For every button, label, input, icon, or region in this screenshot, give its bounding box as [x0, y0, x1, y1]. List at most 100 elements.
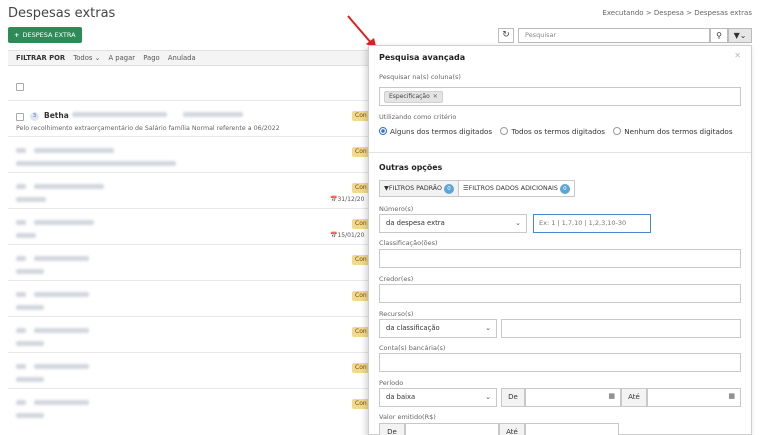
periodo-select[interactable]: da baixa ⌄	[379, 388, 497, 407]
redacted-text	[16, 184, 26, 189]
redacted-text	[16, 377, 44, 382]
redacted-text	[16, 305, 44, 310]
redacted-text	[16, 413, 44, 418]
filter-option-a-pagar[interactable]: A pagar	[109, 54, 136, 62]
radio-nenhum[interactable]: Nenhum dos termos digitados	[613, 127, 733, 136]
tab-filtros-dados-adicionais[interactable]: ☰FILTROS DADOS ADICIONAIS 0	[459, 181, 574, 196]
chevron-down-icon: ⌄	[515, 219, 521, 227]
list-item[interactable]: Con	[8, 136, 370, 172]
radio-todos[interactable]: Todos os termos digitados	[500, 127, 605, 136]
redacted-text	[34, 148, 114, 153]
redacted-text	[34, 328, 89, 333]
redacted-text	[16, 161, 176, 166]
radio-label: Alguns dos termos digitados	[390, 127, 493, 136]
redacted-text	[34, 364, 89, 369]
breadcrumb: Executando > Despesa > Despesas extras	[602, 9, 752, 17]
calendar-icon[interactable]: ▦	[728, 392, 735, 400]
filter-option-todos[interactable]: Todos ⌄	[73, 54, 100, 62]
numero-select[interactable]: da despesa extra ⌄	[379, 214, 527, 233]
refresh-button[interactable]: ↻	[498, 28, 514, 43]
other-options-title: Outras opções	[379, 163, 443, 172]
add-expense-button[interactable]: + DESPESA EXTRA	[8, 27, 82, 43]
numero-input-placeholder: Ex: 1 | 1,7,10 | 1,2,3,10-30	[539, 219, 627, 227]
filter-option-label: Todos	[73, 54, 93, 62]
radio-label: Todos os termos digitados	[511, 127, 605, 136]
row-date: 📅15/01/20	[330, 232, 365, 239]
remove-tag-icon[interactable]: ✕	[433, 93, 438, 100]
advanced-filter-button[interactable]: ▼⌄	[728, 28, 752, 43]
radio-icon	[613, 127, 622, 135]
criteria-label: Utilizando como critério	[379, 113, 457, 121]
conta-label: Conta(s) bancária(s)	[379, 344, 446, 352]
valor-ate-input[interactable]	[525, 423, 619, 435]
row-number-badge: 3	[30, 112, 39, 121]
periodo-ate-input[interactable]: ▦	[647, 388, 741, 407]
list-item[interactable]: 3 Betha Pelo recolhimento extraorçamentá…	[8, 100, 370, 136]
valor-label: Valor emitido(R$)	[379, 413, 436, 421]
numero-select-value: da despesa extra	[386, 219, 445, 227]
periodo-select-value: da baixa	[386, 393, 416, 401]
numero-input[interactable]: Ex: 1 | 1,7,10 | 1,2,3,10-30	[533, 214, 651, 233]
radio-alguns[interactable]: Alguns dos termos digitados	[379, 127, 492, 136]
filter-option-anulada[interactable]: Anulada	[168, 54, 196, 62]
list-item[interactable]: Con	[8, 244, 370, 280]
list-item[interactable]: Con	[8, 316, 370, 352]
conta-field[interactable]	[379, 353, 741, 372]
redacted-text	[34, 256, 89, 261]
criteria-radio-group: Alguns dos termos digitados Todos os ter…	[379, 127, 739, 136]
refresh-icon: ↻	[502, 30, 510, 40]
redacted-text	[72, 112, 167, 117]
search-input[interactable]: Pesquisar	[518, 28, 710, 43]
list-item[interactable]: Con 📅31/12/20	[8, 172, 370, 208]
redacted-text	[16, 400, 26, 405]
periodo-label: Período	[379, 379, 404, 387]
de-addon: De	[501, 388, 525, 407]
search-columns-field[interactable]: Especificação ✕	[379, 87, 741, 106]
advanced-search-panel: Pesquisa avançada ✕ Pesquisar na(s) colu…	[368, 45, 752, 435]
calendar-icon[interactable]: ▦	[608, 392, 615, 400]
column-tag: Especificação ✕	[384, 91, 443, 103]
tab-count: 0	[559, 184, 570, 194]
page-title: Despesas extras	[8, 6, 116, 21]
recurso-label: Recurso(s)	[379, 310, 414, 318]
select-all-checkbox[interactable]	[16, 83, 24, 91]
list-item[interactable]: Con 📅15/01/20	[8, 208, 370, 244]
ate-addon: Até	[621, 388, 647, 407]
funnel-icon: ▼⌄	[733, 31, 747, 40]
tab-count: 0	[443, 184, 454, 194]
close-icon[interactable]: ✕	[734, 51, 741, 60]
plus-icon: +	[14, 31, 20, 39]
valor-de-input[interactable]	[405, 423, 499, 435]
redacted-text	[34, 220, 94, 225]
redacted-text	[16, 341, 44, 346]
tab-filtros-padrao[interactable]: ▼FILTROS PADRÃO 0	[380, 181, 459, 196]
redacted-text	[16, 328, 26, 333]
row-description: Pelo recolhimento extraorçamentário de S…	[16, 125, 280, 132]
redacted-text	[34, 184, 104, 189]
tab-label: FILTROS PADRÃO	[388, 185, 442, 192]
recurso-field[interactable]	[501, 319, 741, 338]
credor-field[interactable]	[379, 284, 741, 303]
expense-list: 3 Betha Pelo recolhimento extraorçamentá…	[8, 100, 370, 424]
redacted-text	[16, 269, 44, 274]
search-button[interactable]: ⚲	[710, 28, 728, 43]
list-item[interactable]: Con	[8, 352, 370, 388]
classificacao-label: Classificação(ões)	[379, 239, 438, 247]
list-item[interactable]: Con	[8, 280, 370, 316]
recurso-select[interactable]: da classificação ⌄	[379, 319, 497, 338]
radio-icon	[500, 127, 509, 135]
row-date-text: 31/12/20	[337, 196, 365, 203]
recurso-select-value: da classificação	[386, 324, 440, 332]
redacted-text	[34, 292, 89, 297]
filter-option-pago[interactable]: Pago	[143, 54, 159, 62]
periodo-de-input[interactable]: ▦	[525, 388, 621, 407]
row-date: 📅31/12/20	[330, 196, 365, 203]
classificacao-field[interactable]	[379, 249, 741, 268]
column-tag-label: Especificação	[389, 93, 430, 100]
filter-tabs: ▼FILTROS PADRÃO 0 ☰FILTROS DADOS ADICIONA…	[379, 180, 575, 197]
list-item[interactable]: Con	[8, 388, 370, 424]
redacted-text	[34, 400, 89, 405]
search-columns-label: Pesquisar na(s) coluna(s)	[379, 73, 461, 81]
row-checkbox[interactable]	[16, 113, 24, 121]
credor-label: Credor(es)	[379, 275, 414, 283]
